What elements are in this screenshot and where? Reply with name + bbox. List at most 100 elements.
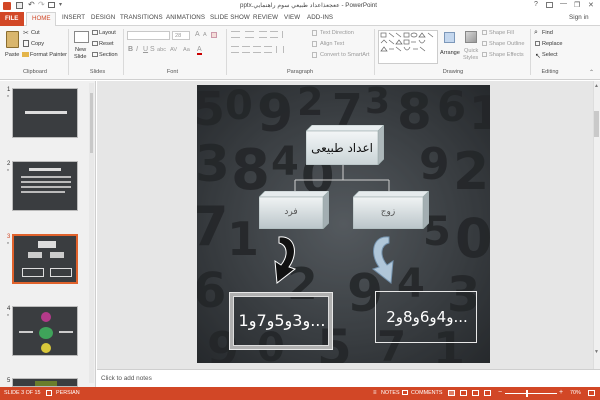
tab-file[interactable]: FILE — [0, 12, 24, 26]
cut-button[interactable]: Cut — [31, 30, 40, 36]
comments-button[interactable]: COMMENTS — [411, 390, 442, 396]
tab-animations[interactable]: ANIMATIONS — [166, 14, 205, 21]
even-box[interactable]: زوج — [353, 191, 429, 229]
reading-view-icon[interactable] — [472, 390, 479, 396]
notes-button[interactable]: NOTES — [381, 390, 400, 396]
notes-icon[interactable]: ≡ — [373, 390, 377, 396]
zoom-slider-track[interactable] — [505, 393, 557, 394]
slide-thumbnail-1[interactable] — [12, 88, 78, 138]
select-button[interactable]: Select — [542, 52, 558, 58]
line-spacing-icon[interactable] — [282, 31, 290, 38]
quick-styles-button[interactable]: Quick — [464, 48, 478, 54]
undo-icon[interactable]: ↶ — [28, 0, 35, 9]
odd-box[interactable]: فرد — [259, 191, 329, 229]
zoom-in-button[interactable]: + — [559, 389, 563, 396]
font-color-button[interactable]: A — [197, 46, 202, 55]
convert-smartart-button[interactable]: Convert to SmartArt — [320, 52, 369, 58]
odd-sequence-box[interactable]: 1و3و5و7و... — [229, 292, 333, 350]
change-case-button[interactable]: Aa — [183, 47, 190, 53]
fit-slide-icon[interactable] — [588, 390, 595, 396]
shape-outline-icon[interactable] — [482, 41, 487, 46]
smartart-icon[interactable] — [312, 52, 317, 58]
help-button[interactable]: ? — [534, 1, 538, 8]
numbering-icon[interactable] — [245, 31, 254, 38]
natural-numbers-box[interactable]: اعداد طبیعی — [306, 125, 384, 165]
text-shadow-button[interactable]: abc — [157, 47, 166, 53]
copy-icon[interactable] — [23, 40, 29, 47]
justify-icon[interactable] — [264, 46, 272, 53]
restore-button[interactable]: ❐ — [574, 1, 580, 9]
arrange-button[interactable]: Arrange — [440, 50, 460, 56]
paste-icon[interactable] — [6, 31, 19, 48]
new-slide-icon[interactable] — [74, 31, 89, 43]
ribbon-display-icon[interactable] — [546, 2, 553, 8]
decrease-indent-icon[interactable] — [259, 31, 267, 38]
zoom-slider-thumb[interactable] — [526, 390, 528, 397]
tab-review[interactable]: REVIEW — [253, 14, 278, 21]
align-text-button[interactable]: Align Text — [320, 41, 344, 47]
increase-indent-icon[interactable] — [270, 31, 278, 38]
tab-home[interactable]: HOME — [26, 12, 56, 26]
shape-effects-button[interactable]: Shape Effects — [489, 52, 524, 58]
shape-fill-icon[interactable] — [482, 30, 487, 35]
tab-addins[interactable]: ADD-INS — [307, 14, 333, 21]
tab-slideshow[interactable]: SLIDE SHOW — [210, 14, 250, 21]
align-text-icon[interactable] — [312, 41, 317, 47]
tab-view[interactable]: VIEW — [284, 14, 300, 21]
comments-icon[interactable] — [402, 390, 408, 395]
format-painter-button[interactable]: Format Painter — [30, 52, 67, 58]
slide-sorter-icon[interactable] — [460, 390, 467, 396]
section-icon[interactable] — [92, 52, 98, 57]
reset-icon[interactable] — [92, 41, 98, 46]
tab-design[interactable]: DESIGN — [91, 14, 115, 21]
shape-outline-button[interactable]: Shape Outline — [489, 41, 524, 47]
strikethrough-button[interactable]: S — [150, 46, 155, 53]
font-name-dropdown[interactable] — [127, 31, 170, 40]
quick-styles-icon[interactable] — [465, 31, 477, 43]
zoom-out-button[interactable]: − — [498, 389, 502, 396]
slide-thumbnail-5[interactable] — [12, 378, 78, 387]
section-button[interactable]: Section — [99, 52, 118, 58]
arrange-icon[interactable] — [444, 32, 455, 43]
spelling-icon[interactable] — [46, 390, 52, 396]
close-button[interactable]: ✕ — [588, 1, 594, 9]
reset-button[interactable]: Reset — [99, 41, 114, 47]
new-slide-button[interactable]: New — [75, 47, 86, 53]
new-slide-button-line2[interactable]: Slide — [74, 54, 86, 60]
app-icon[interactable] — [3, 2, 11, 10]
quick-styles-button-line2[interactable]: Styles — [463, 55, 478, 61]
cut-icon[interactable]: ✂ — [23, 29, 29, 37]
copy-button[interactable]: Copy — [31, 41, 44, 47]
shrink-font-button[interactable]: A — [203, 32, 207, 38]
italic-button[interactable]: I — [136, 46, 138, 53]
editor-scroll-up[interactable]: ▲ — [594, 83, 599, 89]
replace-button[interactable]: Replace — [542, 41, 563, 47]
bullets-icon[interactable] — [231, 31, 240, 38]
select-icon[interactable]: ↖ — [535, 52, 541, 60]
tab-transitions[interactable]: TRANSITIONS — [120, 14, 163, 21]
align-center-icon[interactable] — [242, 46, 250, 53]
editor-scroll-down[interactable]: ▼ — [594, 349, 599, 355]
even-sequence-box[interactable]: 2و4و6و8و... — [375, 291, 477, 343]
normal-view-icon[interactable] — [448, 390, 455, 396]
paste-button[interactable]: Paste — [5, 52, 19, 58]
zoom-level[interactable]: 70% — [570, 390, 581, 396]
tab-insert[interactable]: INSERT — [62, 14, 85, 21]
shape-fill-button[interactable]: Shape Fill — [489, 30, 514, 36]
slide-thumbnail-3[interactable] — [12, 234, 78, 284]
current-slide[interactable]: 50 92 73 86 1 38 40 92 71 50 62 94 3 90 … — [197, 85, 490, 363]
bold-button[interactable]: B — [128, 46, 133, 53]
layout-button[interactable]: Layout — [99, 30, 116, 36]
align-right-icon[interactable] — [253, 46, 261, 53]
notes-placeholder[interactable]: Click to add notes — [101, 375, 152, 382]
text-direction-button[interactable]: Text Direction — [320, 30, 354, 36]
language-indicator[interactable]: PERSIAN — [56, 390, 80, 396]
collapse-ribbon-icon[interactable]: ⌃ — [589, 69, 594, 76]
slide-thumbnail-4[interactable] — [12, 306, 78, 356]
clear-formatting-icon[interactable] — [211, 32, 217, 38]
find-icon[interactable]: ⌕ — [534, 29, 538, 37]
thumbnail-scroll-thumb[interactable] — [90, 93, 93, 153]
shapes-gallery[interactable] — [378, 30, 438, 64]
grow-font-button[interactable]: A — [195, 31, 200, 38]
find-button[interactable]: Find — [542, 30, 553, 36]
